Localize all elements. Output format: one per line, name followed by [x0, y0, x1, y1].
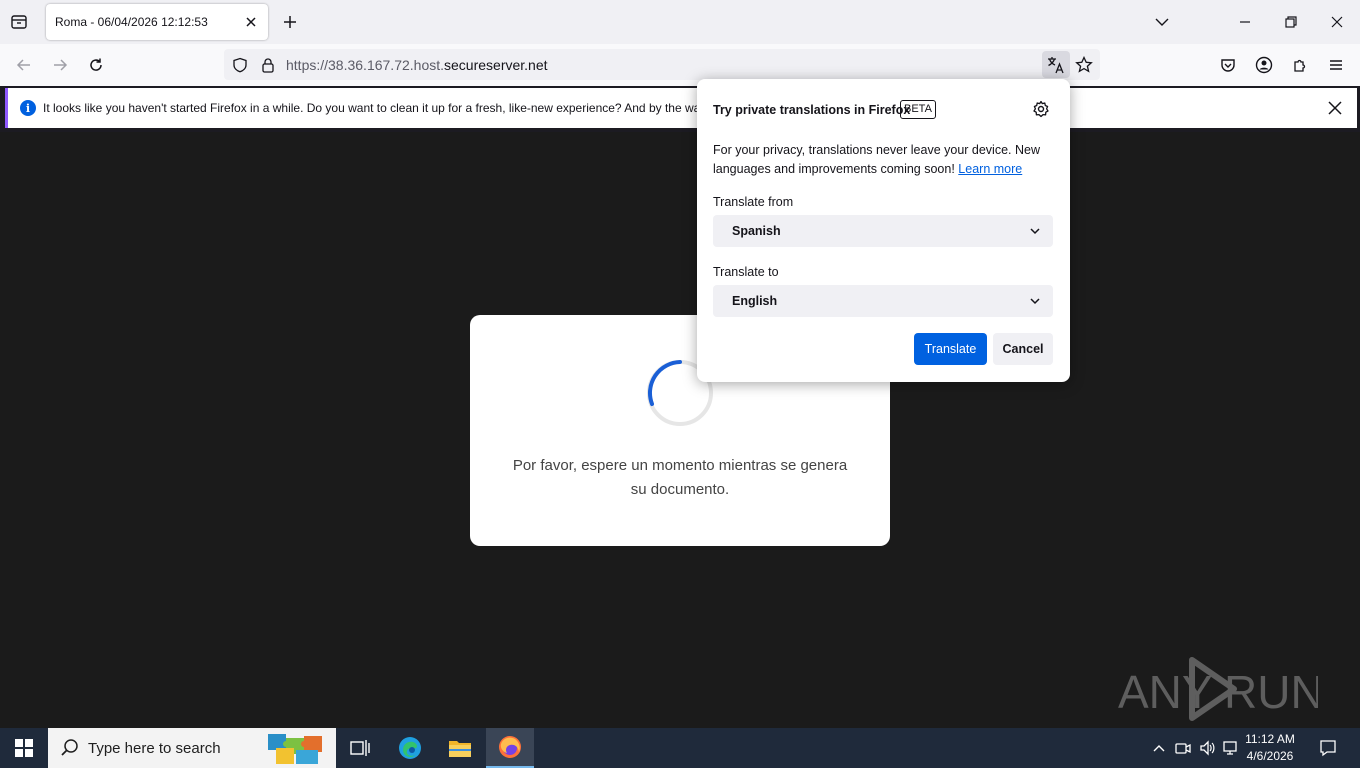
search-icon [61, 739, 78, 756]
page-content: Por favor, espere un momento mientras se… [0, 132, 1360, 728]
volume-icon[interactable] [1197, 738, 1217, 758]
system-clock[interactable]: 11:12 AM 4/6/2026 [1240, 731, 1300, 765]
translate-from-value: Spanish [732, 224, 781, 238]
back-icon[interactable] [12, 53, 36, 77]
notifications-icon[interactable] [1318, 738, 1338, 758]
chevron-down-icon [1027, 223, 1043, 239]
taskbar-search[interactable]: Type here to search [48, 728, 336, 768]
url-text[interactable]: https://38.36.167.72.host.secureserver.n… [286, 57, 548, 73]
address-bar[interactable]: https://38.36.167.72.host.secureserver.n… [224, 49, 1100, 80]
search-highlight-puzzle-icon [268, 734, 322, 764]
tab-list-icon[interactable] [8, 11, 30, 33]
tracking-shield-icon[interactable] [230, 55, 250, 75]
extensions-icon[interactable] [1288, 53, 1312, 77]
translate-from-label: Translate from [713, 195, 794, 209]
cancel-button[interactable]: Cancel [993, 333, 1053, 365]
loading-message: Por favor, espere un momento mientras se… [512, 457, 848, 498]
popup-description: For your privacy, translations never lea… [713, 141, 1053, 179]
settings-gear-icon[interactable] [1031, 99, 1051, 119]
file-explorer-icon[interactable] [436, 728, 484, 768]
task-view-icon[interactable] [336, 728, 384, 768]
translate-button[interactable]: Translate [914, 333, 987, 365]
translate-to-select[interactable]: English [713, 285, 1053, 317]
translate-page-icon[interactable] [1042, 51, 1070, 78]
learn-more-link[interactable]: Learn more [958, 162, 1022, 176]
tab-strip: Roma - 06/04/2026 12:12:53 [0, 0, 1360, 44]
url-prefix: https://38.36.167.72.host. [286, 57, 445, 73]
restore-icon[interactable] [1279, 10, 1303, 34]
new-tab-icon[interactable] [280, 12, 300, 32]
meet-now-icon[interactable] [1173, 738, 1193, 758]
notification-text: It looks like you haven't started Firefo… [43, 101, 701, 115]
network-icon[interactable] [1221, 738, 1241, 758]
url-domain: secureserver.net [444, 57, 548, 73]
translate-to-label: Translate to [713, 265, 779, 279]
bookmark-star-icon[interactable] [1074, 55, 1094, 75]
navigation-bar: https://38.36.167.72.host.secureserver.n… [0, 44, 1360, 86]
forward-icon[interactable] [48, 53, 72, 77]
windows-start-icon[interactable] [0, 728, 48, 768]
list-all-tabs-icon[interactable] [1150, 10, 1174, 34]
translate-to-value: English [732, 294, 778, 308]
watermark-right: RUN [1224, 666, 1318, 718]
browser-tab[interactable]: Roma - 06/04/2026 12:12:53 [46, 4, 268, 40]
show-hidden-icons-icon[interactable] [1149, 738, 1169, 758]
beta-badge: BETA [900, 100, 936, 119]
popup-title: Try private translations in Firefox [713, 103, 911, 117]
info-icon: i [20, 100, 36, 116]
notification-bar: i It looks like you haven't started Fire… [5, 88, 1357, 128]
minimize-icon[interactable] [1233, 10, 1257, 34]
tab-title: Roma - 06/04/2026 12:12:53 [55, 15, 208, 29]
firefox-taskbar-icon[interactable] [486, 728, 534, 768]
taskbar: Type here to search 11:12 AM 4/6/2026 [0, 728, 1360, 768]
edge-icon[interactable] [386, 728, 434, 768]
chevron-down-icon [1027, 293, 1043, 309]
search-placeholder: Type here to search [88, 740, 221, 757]
close-window-icon[interactable] [1325, 10, 1349, 34]
clock-time: 11:12 AM [1245, 732, 1295, 746]
clock-date: 4/6/2026 [1246, 749, 1294, 763]
notification-close-icon[interactable] [1325, 98, 1345, 118]
tab-close-icon[interactable] [242, 13, 260, 31]
translation-popup: Try private translations in Firefox BETA… [697, 79, 1070, 382]
lock-icon[interactable] [258, 55, 278, 75]
pocket-icon[interactable] [1216, 53, 1240, 77]
menu-icon[interactable] [1324, 53, 1348, 77]
anyrun-watermark: ANY RUN [1118, 657, 1318, 721]
account-icon[interactable] [1252, 53, 1276, 77]
translate-from-select[interactable]: Spanish [713, 215, 1053, 247]
reload-icon[interactable] [84, 53, 108, 77]
